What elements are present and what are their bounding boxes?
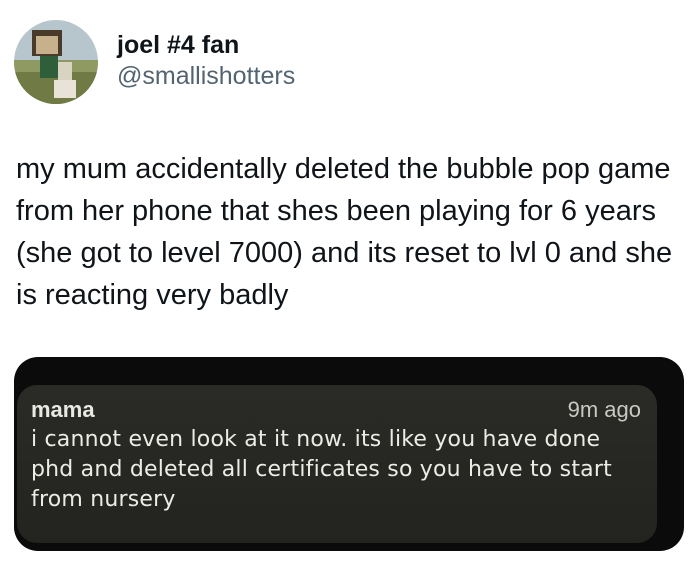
avatar[interactable]	[14, 20, 98, 104]
display-name[interactable]: joel #4 fan	[117, 30, 295, 60]
notification-time: 9m ago	[567, 397, 641, 422]
notification-card[interactable]: mama 9m ago i cannot even look at it now…	[17, 385, 657, 543]
notification-sender: mama	[31, 397, 95, 422]
author-names: joel #4 fan @smallishotters	[117, 30, 295, 92]
notification-screenshot: mama 9m ago i cannot even look at it now…	[14, 357, 684, 551]
tweet-text: my mum accidentally deleted the bubble p…	[16, 153, 673, 311]
avatar-image	[14, 20, 98, 104]
notification-message: i cannot even look at it now. its like y…	[31, 427, 612, 512]
user-handle[interactable]: @smallishotters	[117, 60, 295, 92]
tweet-header: joel #4 fan @smallishotters	[14, 20, 295, 104]
